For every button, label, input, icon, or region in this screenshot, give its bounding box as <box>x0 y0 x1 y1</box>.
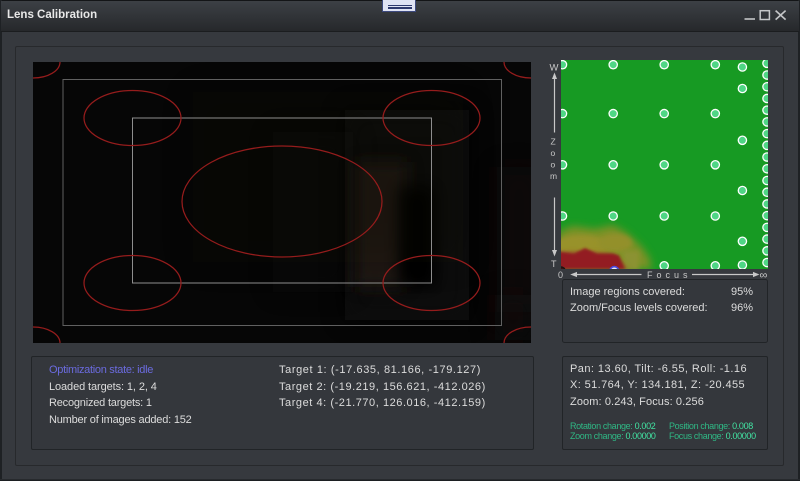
svg-text:o: o <box>551 160 556 170</box>
svg-text:Z: Z <box>551 137 556 147</box>
svg-text:o: o <box>551 148 556 158</box>
svg-text:T: T <box>551 259 557 269</box>
svg-text:W: W <box>550 63 559 74</box>
svg-text:m: m <box>550 171 557 181</box>
